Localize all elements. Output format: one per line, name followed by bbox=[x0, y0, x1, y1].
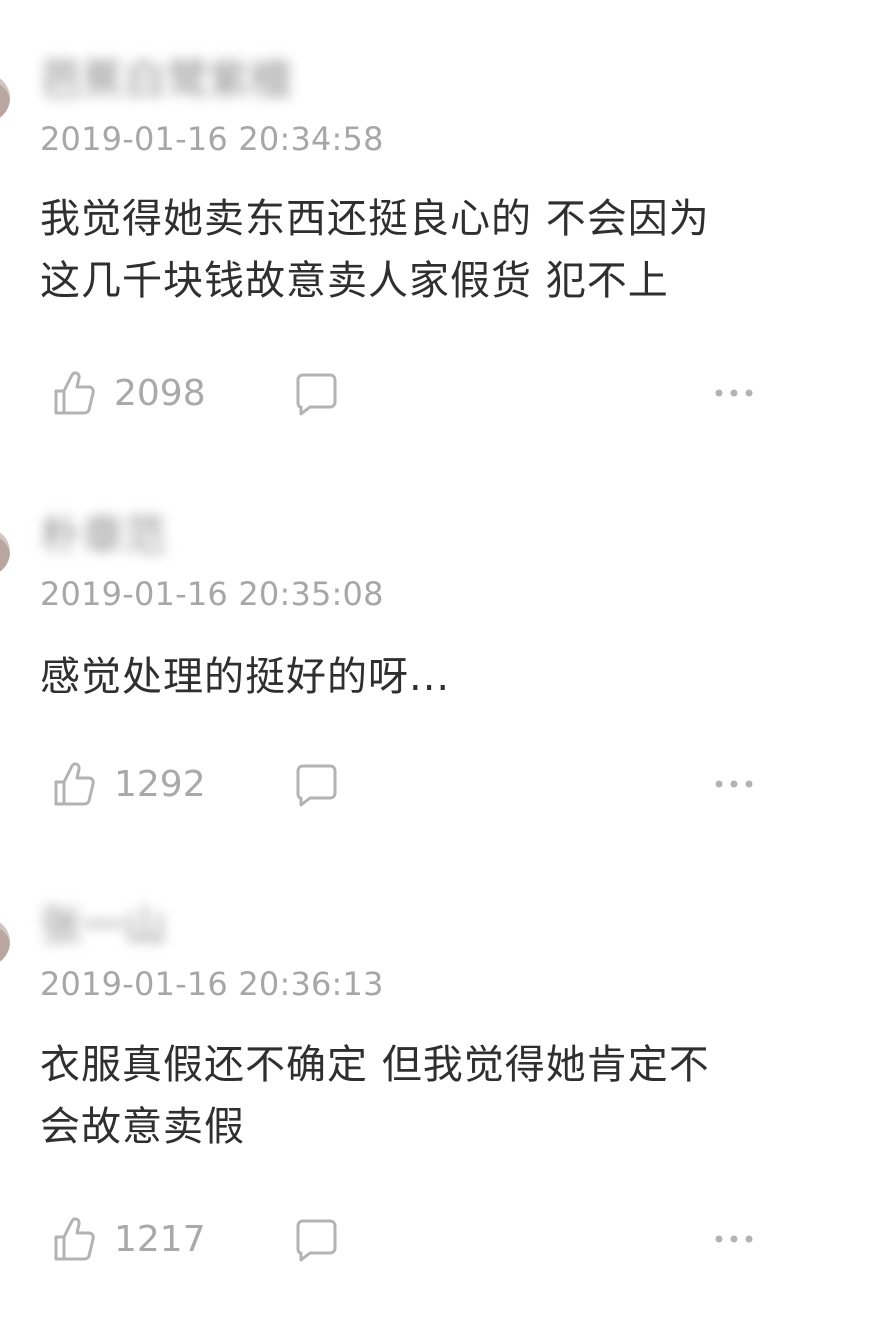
comment-timestamp: 2019-01-16 20:36:13 bbox=[40, 965, 384, 1003]
comment-text: 感觉处理的挺好的呀... bbox=[40, 646, 800, 708]
avatar[interactable] bbox=[0, 74, 10, 122]
comment-timestamp: 2019-01-16 20:34:58 bbox=[40, 120, 384, 158]
comment-text: 衣服真假还不确定 但我觉得她肯定不 会故意卖假 bbox=[40, 1034, 800, 1158]
comment-text-line: 感觉处理的挺好的呀... bbox=[40, 654, 451, 700]
thumbs-up-icon bbox=[54, 762, 95, 806]
comment-username[interactable]: 朴章范 bbox=[40, 502, 166, 563]
comment-username[interactable]: 张一山 bbox=[40, 892, 166, 953]
comment-text: 我觉得她卖东西还挺良心的 不会因为 这几千块钱故意卖人家假货 犯不上 bbox=[40, 188, 800, 312]
like-button[interactable]: 1217 bbox=[52, 1212, 206, 1266]
comment-username[interactable]: 芭蕉白鹭紫檀 bbox=[40, 46, 292, 107]
comment-actions: 1292 bbox=[0, 757, 872, 811]
comment-actions: 2098 bbox=[0, 366, 872, 420]
like-count: 1292 bbox=[114, 763, 206, 805]
comment-text-line: 这几千块钱故意卖人家假货 犯不上 bbox=[40, 258, 669, 304]
avatar-image bbox=[0, 82, 10, 122]
comment-bubble-icon[interactable] bbox=[292, 1216, 340, 1264]
avatar-image bbox=[0, 536, 10, 576]
like-button[interactable]: 2098 bbox=[52, 366, 206, 420]
comment-text-line: 我觉得她卖东西还挺良心的 不会因为 bbox=[40, 196, 710, 242]
more-dots-icon[interactable] bbox=[712, 769, 756, 799]
comment-bubble-icon[interactable] bbox=[292, 761, 340, 809]
comment-text-line: 会故意卖假 bbox=[40, 1104, 245, 1150]
avatar[interactable] bbox=[0, 528, 10, 576]
more-dots-icon[interactable] bbox=[712, 378, 756, 408]
comment-timestamp: 2019-01-16 20:35:08 bbox=[40, 575, 384, 613]
comment-actions: 1217 bbox=[0, 1212, 872, 1266]
like-count: 1217 bbox=[114, 1218, 206, 1260]
avatar-image bbox=[0, 926, 10, 966]
like-count: 2098 bbox=[114, 372, 206, 414]
thumbs-up-icon bbox=[54, 1217, 95, 1261]
avatar[interactable] bbox=[0, 918, 10, 966]
thumbs-up-icon bbox=[54, 371, 95, 415]
more-dots-icon[interactable] bbox=[712, 1224, 756, 1254]
comment-feed: 芭蕉白鹭紫檀 2019-01-16 20:34:58 我觉得她卖东西还挺良心的 … bbox=[0, 0, 872, 1320]
like-button[interactable]: 1292 bbox=[52, 757, 206, 811]
comment-bubble-icon[interactable] bbox=[292, 370, 340, 418]
comment-text-line: 衣服真假还不确定 但我觉得她肯定不 bbox=[40, 1042, 710, 1088]
